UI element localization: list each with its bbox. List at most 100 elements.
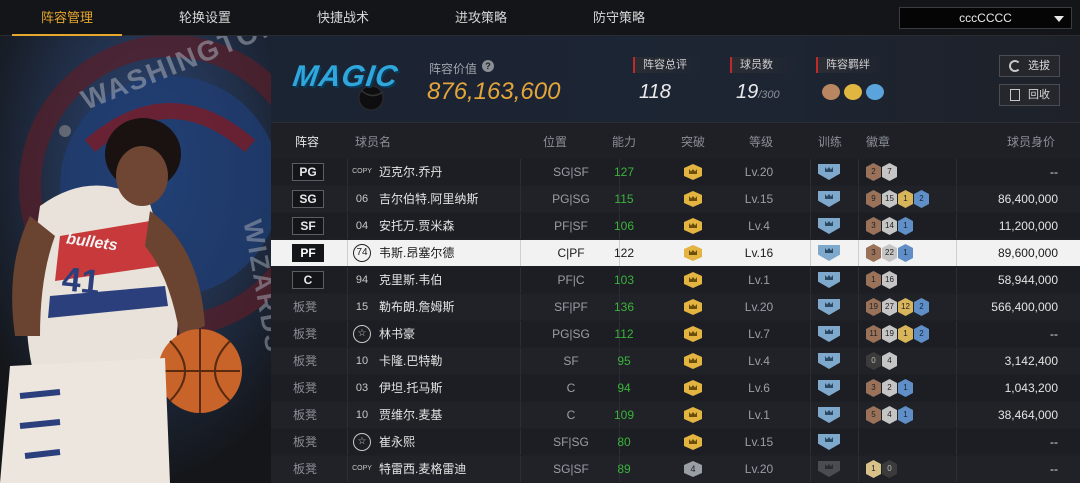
player-name[interactable]: 崔永熙 <box>379 429 415 455</box>
table-row[interactable]: 板凳 ☆ 林书豪 PG|SG 112 Lv.7 11 19 1 2 -- <box>271 321 1080 348</box>
player-name[interactable]: 吉尔伯特.阿里纳斯 <box>379 186 478 212</box>
player-ability: 122 <box>613 246 635 260</box>
table-row[interactable]: SG 06 吉尔伯特.阿里纳斯 PG|SG 115 Lv.15 9 15 1 2 86,400,00… <box>271 186 1080 213</box>
player-value: 38,464,000 <box>997 408 1058 422</box>
column-divider <box>956 321 957 347</box>
player-value: -- <box>1050 327 1058 341</box>
player-value: 89,600,000 <box>997 246 1058 260</box>
table-row[interactable]: C 94 克里斯.韦伯 PF|C 103 Lv.1 1 16 58,944,000 <box>271 267 1080 294</box>
player-name[interactable]: 卡隆.巴特勒 <box>379 348 442 374</box>
player-portrait-art <box>0 36 271 483</box>
jersey-number: COPY <box>352 168 372 175</box>
player-level: Lv.20 <box>744 300 774 314</box>
jersey-number: 74 <box>353 244 371 262</box>
jersey-number: 41 <box>60 260 102 302</box>
column-divider <box>810 240 811 266</box>
recycle-button-label: 回收 <box>1028 89 1050 101</box>
player-level: Lv.15 <box>744 192 774 206</box>
bench-slot[interactable]: 板凳 <box>293 348 317 374</box>
col-lineup: 阵容 <box>295 135 320 149</box>
player-ability: 89 <box>617 462 631 476</box>
player-name[interactable]: 安托万.贾米森 <box>379 213 454 239</box>
player-value: 86,400,000 <box>997 192 1058 206</box>
bench-slot[interactable]: 板凳 <box>293 321 317 347</box>
player-value: 11,200,000 <box>998 219 1058 233</box>
table-row[interactable]: 板凳 10 贾维尔.麦基 C 109 Lv.1 5 4 1 38,464,000 <box>271 402 1080 429</box>
table-row[interactable]: 板凳 15 勒布朗.詹姆斯 SF|PF 136 Lv.20 19 27 12 2 566,400,0… <box>271 294 1080 321</box>
roster-header: MAGIC 阵容价值 ? 876,163,600 阵容总评 118 球员数 19… <box>271 36 1080 123</box>
tab-quick-tactics[interactable]: 快捷战术 <box>288 0 398 36</box>
col-level[interactable]: 等级 <box>749 128 773 156</box>
position-slot[interactable]: PF <box>292 244 324 262</box>
player-ability: 127 <box>613 165 635 179</box>
column-divider <box>858 159 859 185</box>
column-divider <box>858 213 859 239</box>
column-divider <box>956 186 957 212</box>
table-row[interactable]: PG COPY 迈克尔.乔丹 SG|SF 127 Lv.20 2 7 -- <box>271 159 1080 186</box>
column-divider <box>347 348 348 374</box>
column-divider <box>956 348 957 374</box>
player-value: -- <box>1050 462 1058 476</box>
player-ability: 112 <box>614 327 634 341</box>
player-ability: 115 <box>614 192 634 206</box>
column-divider <box>810 456 811 482</box>
bench-slot[interactable]: 板凳 <box>293 375 317 401</box>
player-name[interactable]: 勒布朗.詹姆斯 <box>379 294 454 320</box>
top-navigation: 阵容管理 轮换设置 快捷战术 进攻策略 防守策略 cccCCCC <box>0 0 1080 36</box>
column-divider <box>956 402 957 428</box>
tab-defense-strategy[interactable]: 防守策略 <box>564 0 674 36</box>
position-slot[interactable]: PG <box>292 163 324 181</box>
player-name[interactable]: 迈克尔.乔丹 <box>379 159 442 185</box>
select-button[interactable]: 选拔 <box>999 55 1060 77</box>
col-ability[interactable]: 能力 <box>612 128 636 156</box>
column-divider <box>347 321 348 347</box>
table-row[interactable]: SF 04 安托万.贾米森 PF|SF 106 Lv.4 3 14 1 11,200,000 <box>271 213 1080 240</box>
select-button-label: 选拔 <box>1028 60 1050 72</box>
table-row[interactable]: 板凳 ☆ 崔永熙 SF|SG 80 Lv.15 -- <box>271 429 1080 456</box>
tab-lineup-management[interactable]: 阵容管理 <box>12 0 122 36</box>
position-slot[interactable]: SF <box>292 217 324 235</box>
column-divider <box>956 240 957 266</box>
player-name[interactable]: 林书豪 <box>379 321 415 347</box>
player-level: Lv.6 <box>748 381 770 395</box>
bench-slot[interactable]: 板凳 <box>293 402 317 428</box>
player-level: Lv.1 <box>748 273 770 287</box>
player-name[interactable]: 伊坦.托马斯 <box>379 375 442 401</box>
position-slot[interactable]: SG <box>292 190 324 208</box>
column-divider <box>810 321 811 347</box>
tab-rotation-settings[interactable]: 轮换设置 <box>150 0 260 36</box>
bench-slot[interactable]: 板凳 <box>293 294 317 320</box>
tab-offense-strategy[interactable]: 进攻策略 <box>426 0 536 36</box>
overall-rating-value: 118 <box>639 81 671 103</box>
player-ability: 109 <box>613 408 635 422</box>
position-slot[interactable]: C <box>292 271 324 289</box>
column-divider <box>956 267 957 293</box>
team-bonds-icons[interactable] <box>822 82 888 102</box>
player-ability: 94 <box>617 381 631 395</box>
help-icon[interactable]: ? <box>482 60 494 72</box>
player-count-label: 球员数 <box>730 57 800 73</box>
team-logo-text: MAGIC <box>290 60 401 93</box>
jersey-number: 15 <box>355 301 369 313</box>
player-name[interactable]: 特雷西.麦格雷迪 <box>379 456 466 482</box>
jersey-number: 94 <box>355 274 369 286</box>
bench-slot[interactable]: 板凳 <box>293 429 317 455</box>
bench-slot[interactable]: 板凳 <box>293 456 317 482</box>
bond-icon-blue <box>866 84 884 100</box>
column-divider <box>858 348 859 374</box>
table-row[interactable]: 板凳 COPY 特雷西.麦格雷迪 SG|SF 89 4 Lv.20 1 0 -- <box>271 456 1080 483</box>
table-row[interactable]: 板凳 10 卡隆.巴特勒 SF 95 Lv.4 0 4 3,142,400 <box>271 348 1080 375</box>
recycle-button[interactable]: 回收 <box>999 84 1060 106</box>
column-divider <box>858 294 859 320</box>
player-name[interactable]: 克里斯.韦伯 <box>379 267 442 293</box>
player-name[interactable]: 贾维尔.麦基 <box>379 402 442 428</box>
player-level: Lv.4 <box>748 219 770 233</box>
col-training: 训练 <box>818 135 843 149</box>
team-selector-dropdown[interactable]: cccCCCC <box>899 7 1072 29</box>
column-divider <box>810 375 811 401</box>
col-player-value[interactable]: 球员身价 <box>1007 128 1055 156</box>
player-name[interactable]: 韦斯.昂塞尔德 <box>379 240 454 266</box>
table-row[interactable]: 板凳 03 伊坦.托马斯 C 94 Lv.6 3 2 1 1,043,200 <box>271 375 1080 402</box>
table-row[interactable]: PF 74 韦斯.昂塞尔德 C|PF 122 Lv.16 3 22 1 89,600,000 <box>271 240 1080 267</box>
column-divider <box>347 375 348 401</box>
